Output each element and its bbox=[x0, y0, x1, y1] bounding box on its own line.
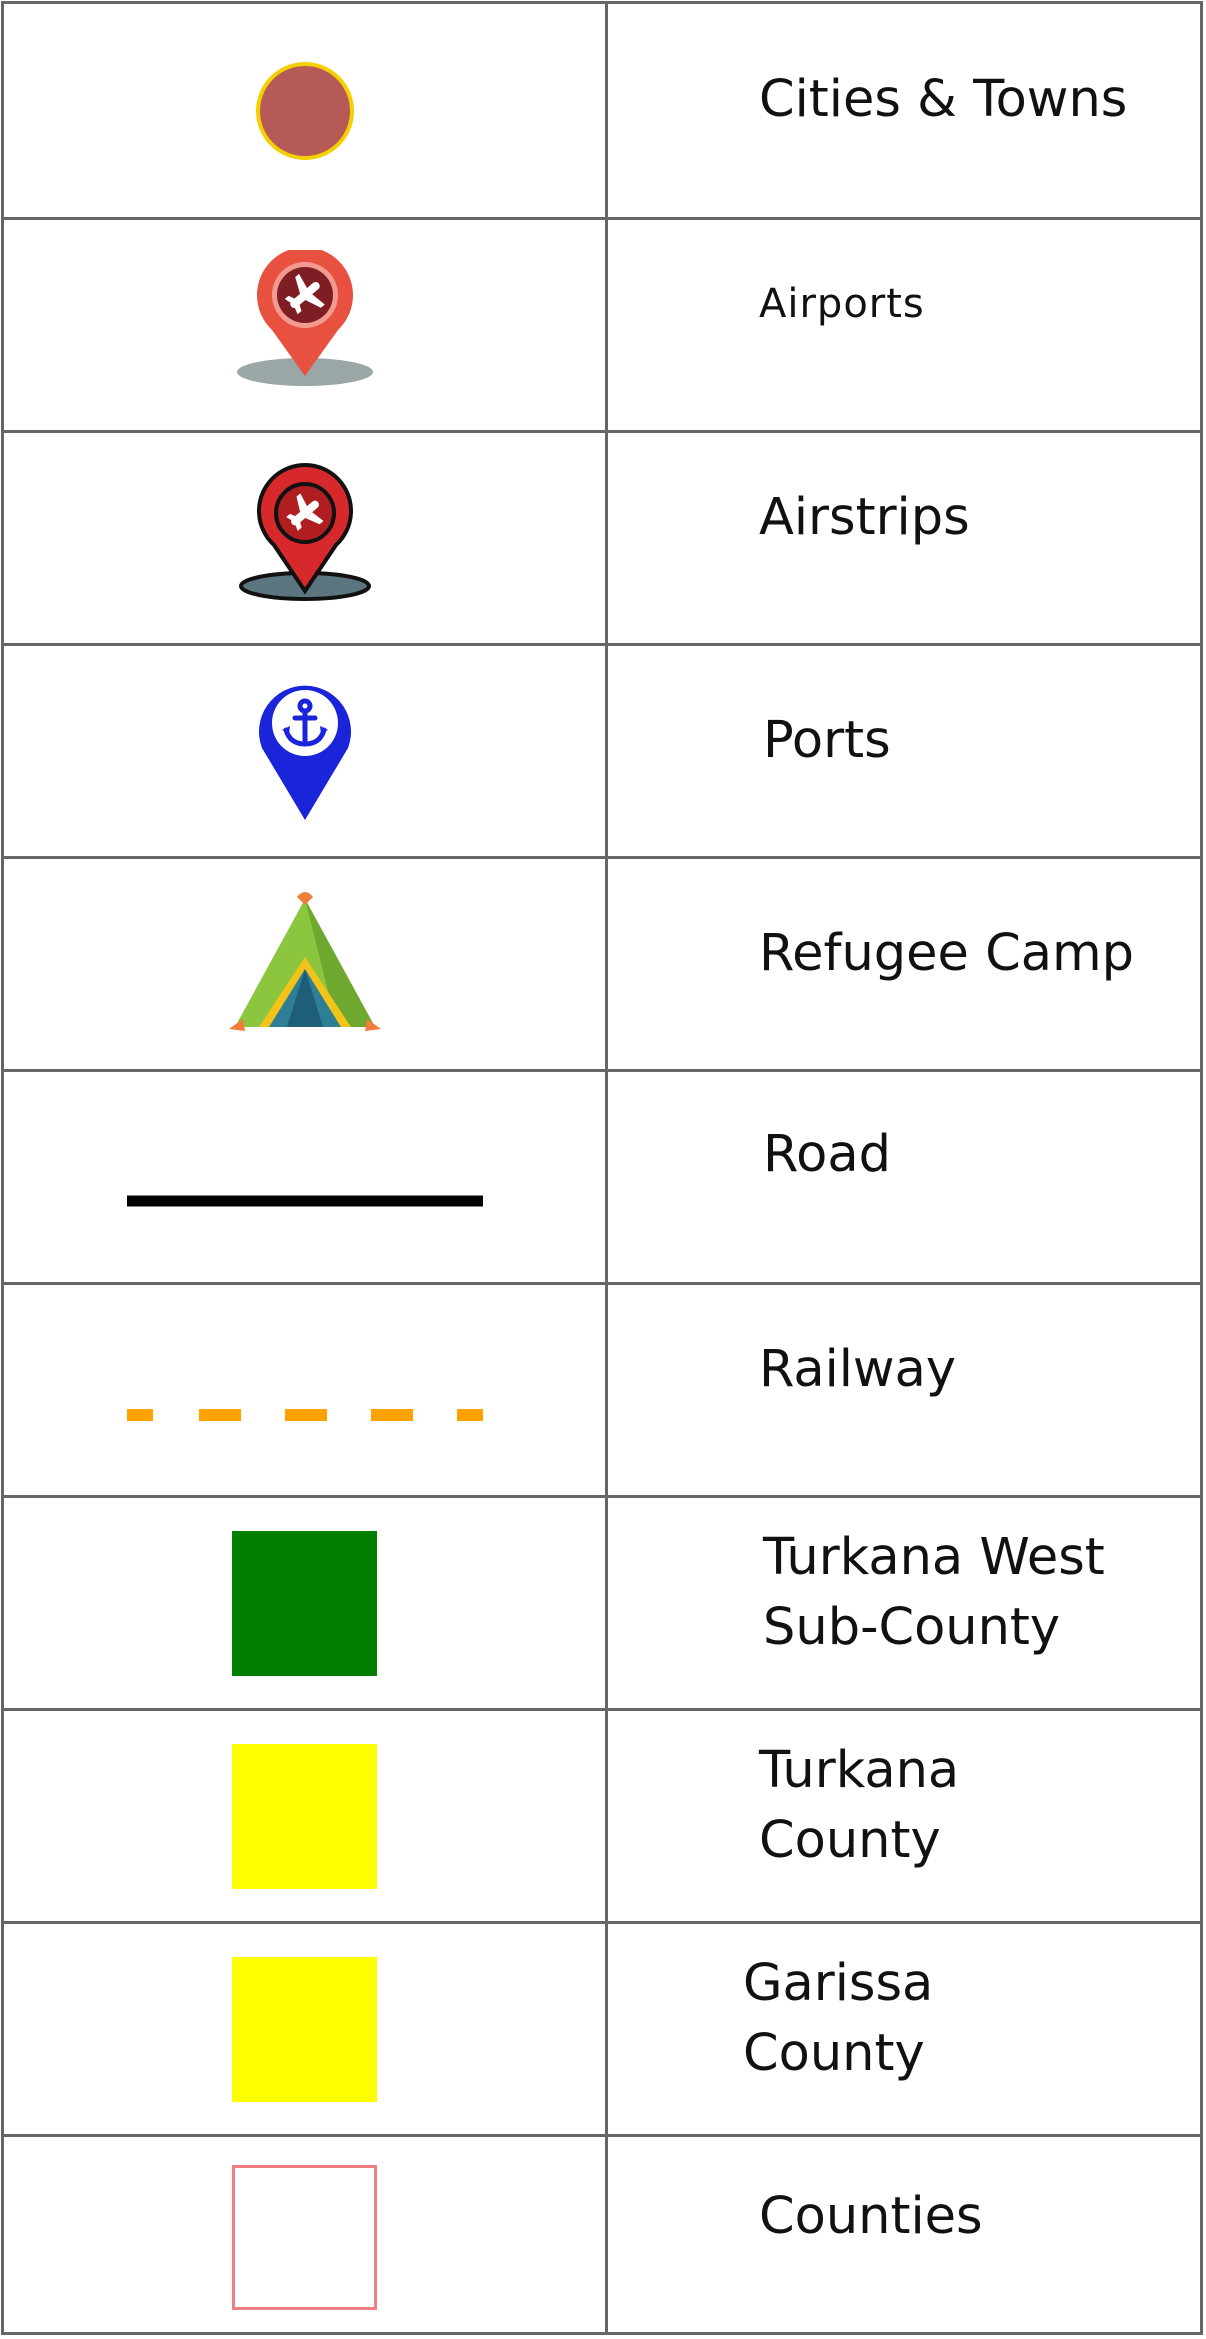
tent-icon bbox=[228, 892, 381, 1031]
legend-row-road: Road bbox=[4, 1069, 1200, 1282]
legend-row-garissa-county: Garissa County bbox=[4, 1921, 1200, 2134]
fill-square-icon bbox=[232, 1743, 377, 1889]
legend-label-road: Road bbox=[763, 1124, 891, 1184]
legend-row-counties: Counties bbox=[4, 2134, 1200, 2338]
legend-label-turkana-county: Turkana County bbox=[759, 1740, 960, 1870]
legend-row-airstrips: Airstrips bbox=[4, 430, 1200, 643]
legend-label-ports: Ports bbox=[763, 710, 891, 770]
legend-label-airstrips: Airstrips bbox=[759, 487, 970, 547]
legend-row-refugee-camp: Refugee Camp bbox=[4, 856, 1200, 1069]
airport-pin-icon bbox=[236, 250, 373, 386]
legend-label-airports: Airports bbox=[759, 281, 925, 328]
legend-row-turkana-county: Turkana County bbox=[4, 1708, 1200, 1921]
outline-square-icon bbox=[232, 2165, 377, 2310]
road-line-icon bbox=[126, 1195, 483, 1207]
legend-label-garissa-county: Garissa County bbox=[743, 1953, 934, 2083]
legend-row-ports: Ports bbox=[4, 643, 1200, 856]
legend-label-counties: Counties bbox=[759, 2187, 983, 2247]
airstrip-pin-icon bbox=[238, 463, 371, 601]
city-dot-icon bbox=[255, 61, 354, 160]
fill-square-icon bbox=[232, 1956, 377, 2102]
railway-dashed-line-icon bbox=[126, 1409, 483, 1421]
legend-row-airports: Airports bbox=[4, 217, 1200, 430]
legend-label-railway: Railway bbox=[759, 1339, 957, 1399]
legend-row-turkana-west: Turkana West Sub-County bbox=[4, 1495, 1200, 1708]
legend-label-refugee-camp: Refugee Camp bbox=[759, 923, 1135, 983]
legend-label-turkana-west: Turkana West Sub-County bbox=[763, 1527, 1105, 1657]
legend-row-cities: Cities & Towns bbox=[4, 4, 1200, 217]
legend-label-cities: Cities & Towns bbox=[759, 70, 1128, 130]
legend-row-railway: Railway bbox=[4, 1282, 1200, 1495]
fill-square-icon bbox=[232, 1530, 377, 1676]
port-anchor-pin-icon bbox=[258, 685, 351, 820]
map-legend: Cities & Towns Airports Airstrips Ports … bbox=[1, 1, 1203, 2335]
